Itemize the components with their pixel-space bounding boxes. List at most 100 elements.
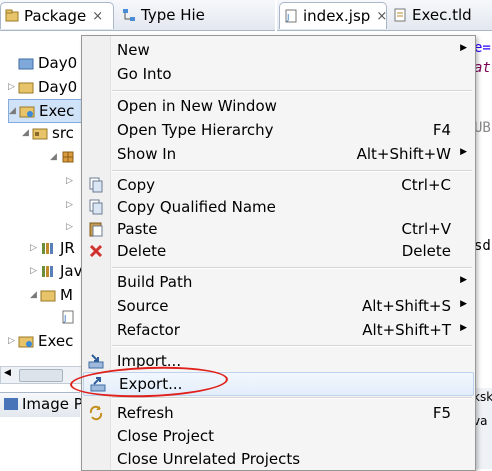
tab-index-jsp[interactable]: J index.jsp × bbox=[279, 2, 387, 29]
source-folder-icon bbox=[32, 126, 48, 140]
expanded-arrow-icon[interactable]: ◢ bbox=[30, 290, 40, 300]
menu-item-label: New bbox=[117, 41, 150, 59]
menu-item-label: Close Project bbox=[117, 427, 214, 445]
close-icon[interactable]: × bbox=[376, 9, 387, 24]
tree-item-label: Jav bbox=[60, 262, 83, 280]
menu-item-go-into[interactable]: Go Into bbox=[82, 63, 475, 85]
menu-separator bbox=[112, 345, 472, 347]
tree-item-label: Exec bbox=[38, 332, 74, 350]
menu-item-open-type-hierarchy[interactable]: Open Type Hierarchy F4 bbox=[82, 119, 475, 141]
menu-item-close-project[interactable]: Close Project bbox=[82, 425, 475, 447]
menu-item-paste[interactable]: Paste Ctrl+V bbox=[82, 218, 475, 240]
code-fragment: sdf bbox=[474, 238, 492, 254]
tree-item-label: Day0 bbox=[38, 78, 78, 96]
tree-item-src[interactable]: ◢ src bbox=[22, 122, 74, 144]
web-project-icon bbox=[18, 334, 34, 348]
menu-item-refactor[interactable]: Refactor Alt+Shift+T ▶ bbox=[82, 319, 475, 341]
collapsed-arrow-icon[interactable]: ▷ bbox=[66, 176, 76, 186]
menu-item-accelerator: Alt+Shift+T bbox=[362, 321, 451, 339]
tab-label: Exec.tld bbox=[412, 6, 472, 24]
menu-item-label: Copy bbox=[117, 176, 156, 194]
tree-item-file[interactable]: J bbox=[60, 306, 80, 328]
menu-item-label: Open Type Hierarchy bbox=[117, 121, 274, 139]
menu-item-copy-qualified-name[interactable]: Copy Qualified Name bbox=[82, 196, 475, 218]
submenu-arrow-icon: ▶ bbox=[460, 323, 467, 333]
tree-item-label: Day0 bbox=[38, 54, 78, 72]
tree-item-project[interactable]: ▷ Day0 bbox=[8, 76, 77, 98]
menu-separator bbox=[112, 170, 472, 172]
menu-item-accelerator: Delete bbox=[401, 242, 451, 260]
tab-type-hierarchy[interactable]: Type Hie bbox=[118, 2, 205, 28]
submenu-arrow-icon: ▶ bbox=[460, 275, 467, 285]
tree-item-project[interactable]: ▷ Exec bbox=[8, 330, 73, 352]
tree-item-package[interactable]: ◢ bbox=[50, 146, 80, 168]
folder-icon bbox=[40, 288, 56, 302]
code-fragment: e=" bbox=[474, 40, 492, 56]
collapsed-arrow-icon[interactable]: ▷ bbox=[8, 82, 18, 92]
scroll-left-icon[interactable]: ◀ bbox=[4, 368, 11, 378]
menu-item-accelerator: Ctrl+C bbox=[401, 176, 451, 194]
code-fragment: att bbox=[474, 60, 492, 76]
tree-item-jre[interactable]: ▷ JR bbox=[30, 237, 75, 259]
menu-item-delete[interactable]: Delete Delete bbox=[82, 240, 475, 262]
menu-item-label: Close Unrelated Projects bbox=[117, 450, 301, 468]
submenu-arrow-icon: ▶ bbox=[460, 147, 467, 157]
code-fragment: UBL bbox=[474, 120, 492, 136]
tab-package-explorer[interactable]: Package × bbox=[0, 2, 114, 29]
tab-image-preview[interactable]: Image P bbox=[4, 395, 83, 413]
menu-item-label: Show In bbox=[117, 145, 177, 163]
package-icon bbox=[60, 150, 76, 164]
tree-item-project-selected[interactable]: ◢ Exec bbox=[8, 99, 84, 123]
collapsed-arrow-icon[interactable]: ▷ bbox=[66, 200, 76, 210]
menu-item-label: Copy Qualified Name bbox=[117, 198, 276, 216]
svg-text:J: J bbox=[286, 13, 289, 22]
close-icon[interactable]: × bbox=[92, 9, 103, 24]
expanded-arrow-icon[interactable]: ◢ bbox=[50, 152, 60, 162]
tree-item-project[interactable]: Day0 bbox=[8, 52, 77, 74]
tree-item-label: JR bbox=[60, 239, 75, 257]
collapsed-arrow-icon[interactable]: ▷ bbox=[30, 266, 40, 276]
menu-item-open-in-new-window[interactable]: Open in New Window bbox=[82, 95, 475, 117]
menu-item-refresh[interactable]: Refresh F5 bbox=[82, 402, 475, 424]
context-menu: New ▶ Go Into Open in New Window Open Ty… bbox=[81, 35, 476, 471]
expanded-arrow-icon[interactable]: ◢ bbox=[22, 128, 32, 138]
menu-item-show-in[interactable]: Show In Alt+Shift+W ▶ bbox=[82, 143, 475, 165]
folder-icon bbox=[18, 56, 34, 70]
menu-item-label: Refresh bbox=[117, 404, 174, 422]
menu-item-label: Go Into bbox=[117, 65, 172, 83]
menu-item-close-unrelated-projects[interactable]: Close Unrelated Projects bbox=[82, 448, 475, 470]
tree-item-collapsed[interactable]: ▷ bbox=[66, 170, 76, 192]
jsp-file-icon: J bbox=[284, 9, 298, 23]
jsp-file-icon: J bbox=[60, 310, 76, 324]
tab-exec-tld[interactable]: Exec.tld bbox=[389, 2, 472, 28]
tree-item-java-resources[interactable]: ▷ Jav bbox=[30, 260, 83, 282]
collapsed-arrow-icon[interactable]: ▷ bbox=[66, 222, 76, 232]
submenu-arrow-icon: ▶ bbox=[460, 299, 467, 309]
web-project-icon bbox=[19, 104, 35, 118]
menu-item-accelerator: Alt+Shift+S bbox=[361, 297, 451, 315]
tree-item-collapsed[interactable]: ▷ bbox=[66, 216, 76, 238]
menu-item-copy[interactable]: Copy Ctrl+C bbox=[82, 174, 475, 196]
collapsed-arrow-icon[interactable]: ▷ bbox=[30, 243, 40, 253]
menu-separator bbox=[112, 267, 472, 269]
expanded-arrow-icon[interactable]: ◢ bbox=[9, 106, 19, 116]
menu-item-accelerator: F4 bbox=[432, 121, 451, 139]
copy-qualified-icon bbox=[88, 199, 104, 215]
menu-item-label: Build Path bbox=[117, 273, 193, 291]
horizontal-scrollbar[interactable]: ◀ bbox=[0, 366, 82, 384]
submenu-arrow-icon: ▶ bbox=[460, 43, 467, 53]
tree-item-meta-inf[interactable]: ◢ M bbox=[30, 284, 73, 306]
menu-item-label: Paste bbox=[117, 220, 158, 238]
tab-label: Package bbox=[24, 7, 87, 25]
type-hierarchy-icon bbox=[122, 8, 136, 22]
collapsed-arrow-icon[interactable]: ▷ bbox=[8, 336, 18, 346]
menu-item-accelerator: F5 bbox=[432, 404, 451, 422]
left-view-tabstrip: Package × Type Hie bbox=[0, 0, 275, 31]
scrollbar-thumb[interactable] bbox=[19, 369, 63, 382]
tree-item-collapsed[interactable]: ▷ bbox=[66, 194, 76, 216]
copy-icon bbox=[88, 177, 104, 193]
menu-item-new[interactable]: New ▶ bbox=[82, 39, 475, 61]
menu-item-source[interactable]: Source Alt+Shift+S ▶ bbox=[82, 295, 475, 317]
menu-item-build-path[interactable]: Build Path ▶ bbox=[82, 271, 475, 293]
menu-item-label: Open in New Window bbox=[117, 97, 277, 115]
